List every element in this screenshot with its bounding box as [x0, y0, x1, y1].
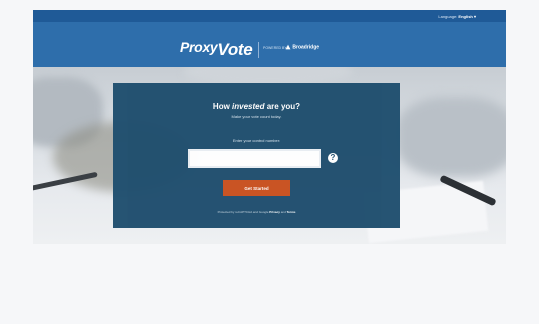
headline-emphasis: invested [232, 102, 265, 111]
brand-name: Broadridge [292, 44, 320, 51]
logo-prefix: Proxy [180, 39, 218, 55]
language-value[interactable]: English ▾ [458, 14, 476, 19]
control-number-card: How invested are you? Make your vote cou… [113, 83, 400, 228]
broadridge-brand: Broadridge [285, 44, 319, 50]
card-headline: How invested are you? [113, 102, 400, 111]
terms-link[interactable]: Terms [287, 210, 296, 214]
question-circle-icon[interactable]: ? [328, 153, 338, 163]
language-label: Language: [438, 14, 458, 19]
privacy-link[interactable]: Privacy [269, 210, 280, 214]
logo-suffix: Vote [217, 40, 253, 59]
hero-background: How invested are you? Make your vote cou… [33, 67, 506, 244]
recaptcha-footer: Protected by reCAPTCHA and Google Privac… [113, 210, 400, 214]
background-shape [396, 97, 506, 177]
card-subheading: Make your vote count today. [231, 114, 282, 119]
footer-text: and [279, 210, 287, 214]
footer-text: Protected by reCAPTCHA and Google [217, 210, 270, 214]
control-number-input[interactable] [188, 149, 321, 168]
headline-part: are you? [264, 102, 301, 111]
site-header: ProxyVote POWERED BY Broadridge [33, 22, 506, 67]
powered-by-label: POWERED BY [263, 46, 287, 50]
header-divider [258, 42, 259, 58]
headline-part: How [212, 102, 233, 111]
language-selector[interactable]: Language: English ▾ [438, 14, 476, 19]
get-started-button[interactable]: Get Started [223, 180, 290, 196]
control-number-label: Enter your control number: [232, 138, 281, 143]
broadridge-logo-icon [285, 44, 291, 50]
proxyvote-logo[interactable]: ProxyVote [180, 37, 253, 59]
top-utility-bar: Language: English ▾ [33, 10, 506, 22]
browser-viewport: Language: English ▾ ProxyVote POWERED BY… [33, 10, 506, 244]
